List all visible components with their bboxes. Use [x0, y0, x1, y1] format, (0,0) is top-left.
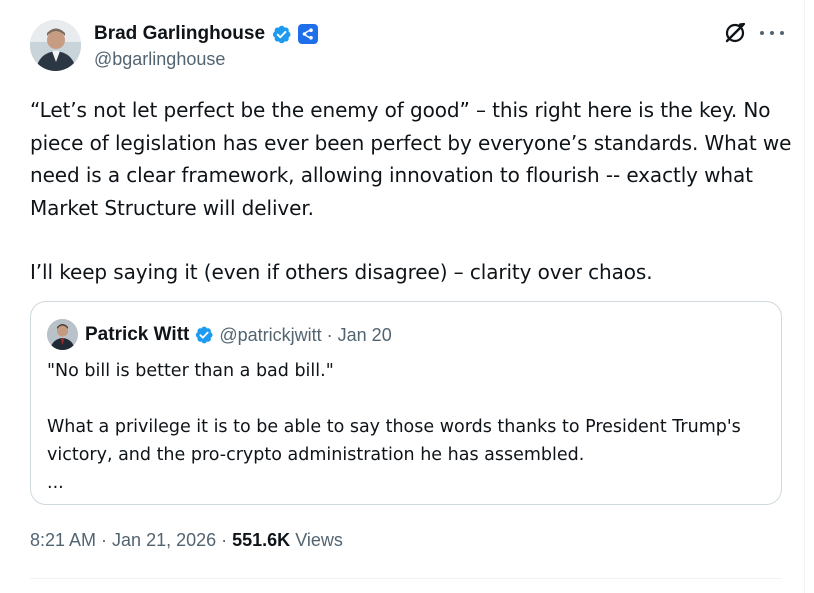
author-handle[interactable]: @bgarlinghouse: [94, 49, 225, 70]
quote-line: "No bill is better than a bad bill.": [47, 361, 334, 381]
more-dot: [770, 31, 774, 35]
quote-author-avatar: [47, 319, 78, 350]
separator-dot: ·: [326, 324, 333, 345]
author-name-row: Brad Garlinghouse: [94, 22, 319, 46]
author-avatar[interactable]: [30, 20, 81, 71]
views-count: 551.6K: [232, 530, 291, 550]
tweet-detail: Brad Garlinghouse @bgarlinghouse “Let’s …: [0, 0, 805, 593]
grok-icon[interactable]: [722, 20, 748, 46]
tweet-time[interactable]: 8:21 AM: [30, 530, 96, 551]
more-horizontal-icon[interactable]: [760, 22, 784, 44]
separator-dot: ·: [221, 530, 228, 550]
separator-dot: ·: [101, 530, 108, 550]
quote-text: "No bill is better than a bad bill." Wha…: [47, 357, 767, 497]
tweet-meta: 8:21 AM · Jan 21, 2026 · 551.6K Views: [30, 530, 343, 551]
verified-badge-icon[interactable]: [271, 24, 292, 45]
quote-line: What a privilege it is to be able to say…: [47, 417, 741, 465]
ripple-affiliate-icon[interactable]: [298, 24, 319, 44]
more-dot: [780, 31, 784, 35]
tweet-paragraph: I’ll keep saying it (even if others disa…: [30, 260, 653, 284]
quote-ellipsis: ...: [47, 473, 64, 493]
tweet-paragraph: “Let’s not let perfect be the enemy of g…: [30, 98, 792, 220]
tweet-text: “Let’s not let perfect be the enemy of g…: [30, 94, 795, 289]
divider: [30, 578, 782, 579]
more-dot: [760, 31, 764, 35]
verified-badge-icon: [194, 325, 214, 345]
author-display-name[interactable]: Brad Garlinghouse: [94, 23, 265, 45]
quoted-tweet-card[interactable]: Patrick Witt @patrickjwitt · Jan 20 "No …: [30, 301, 782, 505]
quote-date: Jan 20: [337, 324, 392, 345]
views-label: Views: [295, 530, 343, 550]
quote-author-name: Patrick Witt: [85, 324, 190, 345]
tweet-date[interactable]: Jan 21, 2026: [112, 530, 216, 551]
quote-author-handle: @patrickjwitt: [219, 324, 322, 345]
quote-header: Patrick Witt @patrickjwitt · Jan 20: [85, 323, 392, 347]
